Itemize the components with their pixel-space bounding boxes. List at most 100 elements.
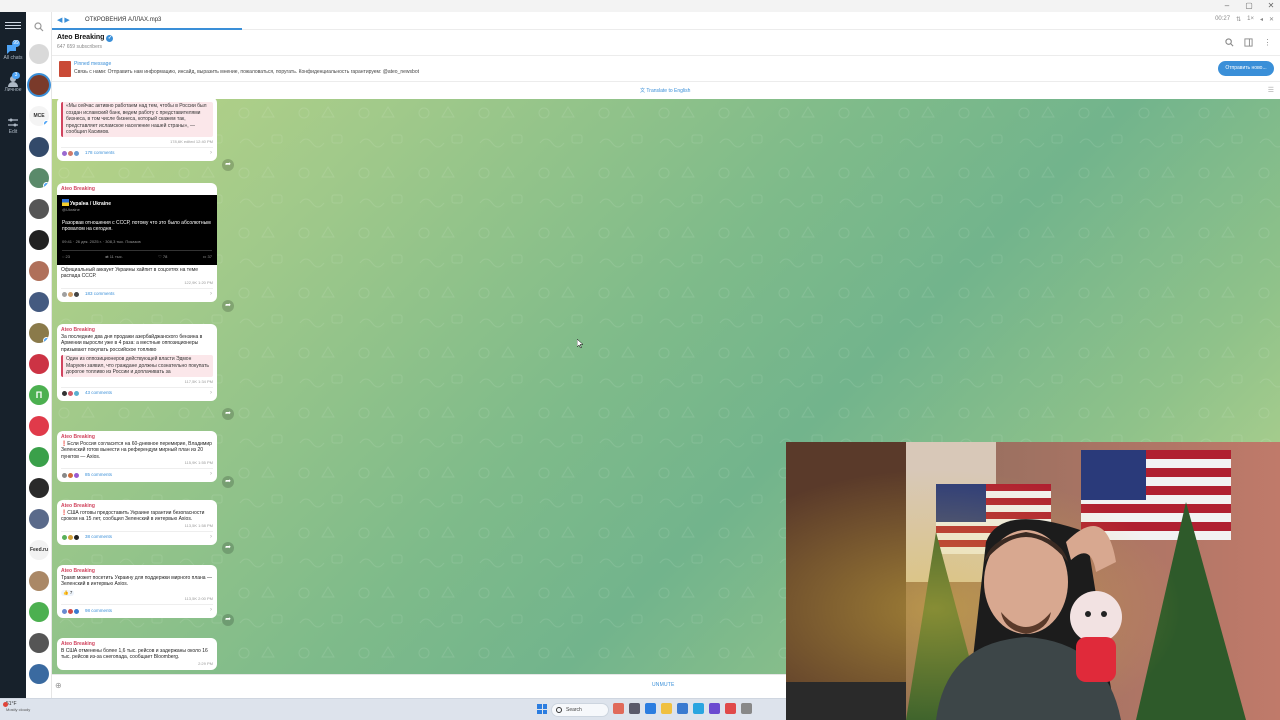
message-bubble[interactable]: Ateo Breaking ❗️США готовы предоставить … — [57, 500, 217, 545]
forward-button[interactable]: ➦ — [222, 408, 234, 420]
forward-button[interactable]: ➦ — [222, 542, 234, 554]
comments-link[interactable]: 98 comments › — [61, 604, 213, 615]
tweet-embed[interactable]: Україна / Ukraine @Ukraine Разорвав отно… — [57, 194, 217, 265]
file-explorer-icon[interactable] — [661, 703, 672, 714]
comments-link[interactable]: 43 comments › — [61, 386, 213, 398]
app-icon[interactable] — [709, 703, 720, 714]
playback-controls[interactable]: ◀ ▶ — [57, 16, 70, 24]
weather-widget[interactable]: 51°F Mostly cloudy — [3, 701, 30, 712]
audio-file-name[interactable]: ОТКРОВЕНИЯ АЛЛАХ.mp3 — [85, 17, 161, 23]
message-bubble[interactable]: Ateo Breaking Україна / Ukraine @Ukraine… — [57, 183, 217, 302]
chat-avatar[interactable] — [29, 44, 49, 64]
forward-button[interactable]: ➦ — [222, 159, 234, 171]
chevron-right-icon: › — [210, 471, 212, 477]
forward-button[interactable]: ➦ — [222, 476, 234, 488]
chrome-icon[interactable] — [725, 703, 736, 714]
message-author[interactable]: Ateo Breaking — [61, 186, 213, 193]
chat-avatar[interactable] — [29, 323, 49, 343]
chat-avatar[interactable] — [29, 447, 49, 467]
chat-avatar[interactable] — [29, 230, 49, 250]
close-icon[interactable]: ✕ — [1266, 1, 1276, 11]
widgets-app-icon[interactable] — [613, 703, 624, 714]
chat-avatar[interactable] — [29, 416, 49, 436]
unread-badge: 99 — [12, 40, 20, 47]
sliders-icon — [6, 116, 20, 128]
reply-icon: ◌ 23 — [62, 254, 70, 259]
chat-avatar[interactable] — [29, 354, 49, 374]
unmute-button[interactable]: UNMUTE — [652, 682, 675, 688]
more-options-icon[interactable]: ⋮ — [1263, 38, 1272, 47]
edge-browser-icon[interactable] — [645, 703, 656, 714]
message-bubble[interactable]: Ateo Breaking Трамп может посетить Украи… — [57, 565, 217, 618]
speed-icon[interactable]: 1× — [1247, 16, 1254, 23]
chat-avatar[interactable] — [29, 633, 49, 653]
translate-bar: 文 Translate to English ☰ — [52, 82, 1280, 99]
forward-button[interactable]: ➦ — [222, 300, 234, 312]
comments-count: 183 comments — [85, 291, 115, 297]
chat-avatar[interactable] — [29, 261, 49, 281]
message-text: В США отменены более 1,6 тыс. рейсов и з… — [61, 647, 208, 661]
chat-avatar[interactable] — [29, 478, 49, 498]
commenter-avatar — [73, 150, 80, 157]
chat-avatar[interactable] — [29, 75, 49, 95]
message-text: Официальный аккаунт Украины хайпит в соц… — [61, 266, 199, 280]
message-text: ❗️США готовы предоставить Украине гарант… — [61, 509, 205, 523]
chat-avatar[interactable] — [29, 509, 49, 529]
message-bubble[interactable]: «Мы сейчас активно работаем над тем, что… — [57, 99, 217, 161]
sidebar-toggle-icon[interactable] — [1244, 38, 1253, 47]
retweet-icon: ⇄ 11 тыс. — [105, 254, 123, 259]
paperclip-icon[interactable]: ⊕ — [55, 681, 65, 691]
volume-icon[interactable]: ◂ — [1260, 16, 1263, 23]
message-bubble[interactable]: Ateo Breaking В США отменены более 1,6 т… — [57, 638, 217, 670]
chat-list: МСЕ П Feed.ru — [26, 12, 52, 698]
folder-all-chats[interactable]: 99 All chats — [3, 40, 23, 61]
folder-label: Edit — [8, 129, 18, 135]
reaction-chip[interactable]: 👍 7 — [61, 589, 75, 596]
menu-button[interactable] — [3, 20, 23, 31]
translate-label: Translate to English — [646, 88, 691, 94]
maximize-icon[interactable]: ▢ — [1244, 1, 1254, 11]
chat-avatar[interactable]: П — [29, 385, 49, 405]
comments-link[interactable]: 178 comments › — [61, 146, 213, 158]
translate-icon: 文 — [640, 88, 646, 94]
close-player-icon[interactable]: ✕ — [1269, 16, 1274, 23]
comments-link[interactable]: 183 comments › — [61, 287, 213, 299]
chat-avatar[interactable]: Feed.ru — [29, 540, 49, 560]
repeat-icon[interactable]: ⇅ — [1236, 16, 1241, 23]
media-tab-strip: ◀ ▶ ОТКРОВЕНИЯ АЛЛАХ.mp3 00:27 ⇅ 1× ◂ ✕ — [52, 12, 1280, 30]
task-view-icon[interactable] — [629, 703, 640, 714]
folder-edit[interactable]: Edit — [3, 116, 23, 135]
channel-header[interactable]: Ateo Breaking ✓ 647 659 subscribers ⋮ — [52, 30, 1280, 56]
close-translate-icon[interactable]: ☰ — [1268, 86, 1274, 94]
chat-avatar[interactable] — [29, 571, 49, 591]
search-icon[interactable] — [34, 19, 44, 32]
folder-personal[interactable]: 3 Личное — [3, 72, 23, 93]
minimize-icon[interactable]: – — [1222, 1, 1232, 11]
weather-icon — [3, 702, 8, 707]
pinned-message-bar[interactable]: Pinned message Связь с нами: Отправить н… — [52, 56, 1280, 82]
pinned-action-button[interactable]: Отправить ново... — [1218, 61, 1274, 76]
search-icon[interactable] — [1225, 38, 1234, 47]
comments-link[interactable]: 85 comments › — [61, 468, 213, 479]
chat-avatar[interactable] — [29, 664, 49, 684]
chat-avatar[interactable] — [29, 168, 49, 188]
forward-button[interactable]: ➦ — [222, 614, 234, 626]
chat-avatar[interactable] — [29, 199, 49, 219]
chat-avatar[interactable] — [29, 137, 49, 157]
share-icon: ➦ — [225, 544, 231, 551]
message-meta: 113,5K 2:00 PM — [184, 596, 213, 601]
telegram-icon[interactable] — [693, 703, 704, 714]
message-bubble[interactable]: Ateo Breaking За последние два дня прода… — [57, 324, 217, 401]
chat-avatar[interactable] — [29, 292, 49, 312]
message-bubble[interactable]: Ateo Breaking ❗️Если Россия согласится н… — [57, 431, 217, 482]
chat-avatar[interactable]: МСЕ — [29, 106, 49, 126]
store-icon[interactable] — [677, 703, 688, 714]
chat-avatar[interactable] — [29, 602, 49, 622]
message-meta: 122,9K 1:20 PM — [184, 279, 213, 285]
start-button[interactable] — [537, 704, 547, 714]
settings-icon[interactable] — [741, 703, 752, 714]
translate-button[interactable]: 文 Translate to English — [640, 87, 690, 94]
comments-count: 98 comments — [85, 607, 113, 613]
taskbar-search[interactable]: Search — [551, 703, 609, 717]
comments-link[interactable]: 38 comments › — [61, 530, 213, 542]
